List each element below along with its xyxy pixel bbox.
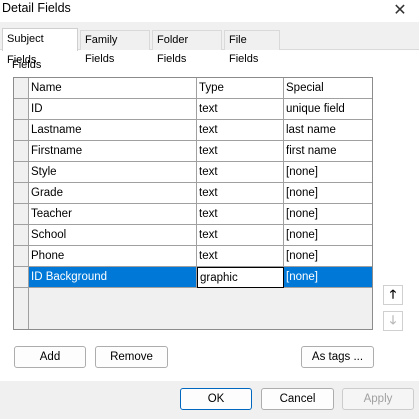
tab-folder-fields[interactable]: Folder Fields bbox=[152, 30, 222, 65]
special-cell[interactable]: first name bbox=[284, 141, 372, 162]
table-row[interactable]: Style text [none] bbox=[14, 162, 372, 183]
type-cell[interactable]: text bbox=[197, 204, 284, 225]
special-cell[interactable]: unique field bbox=[284, 99, 372, 120]
table-row[interactable]: Grade text [none] bbox=[14, 183, 372, 204]
row-header-corner bbox=[14, 78, 29, 99]
arrow-up-icon: 🡑 bbox=[389, 286, 397, 301]
as-tags-button[interactable]: As tags ... bbox=[301, 346, 374, 368]
row-selector[interactable] bbox=[14, 141, 29, 162]
name-cell[interactable]: Grade bbox=[29, 183, 197, 204]
table-row[interactable]: Teacher text [none] bbox=[14, 204, 372, 225]
row-selector[interactable] bbox=[14, 162, 29, 183]
type-cell[interactable]: text bbox=[197, 246, 284, 267]
row-selector[interactable] bbox=[14, 120, 29, 141]
type-cell[interactable]: text bbox=[197, 99, 284, 120]
special-cell[interactable]: [none] bbox=[284, 267, 372, 288]
cancel-button[interactable]: Cancel bbox=[261, 388, 334, 410]
grid-empty-area bbox=[14, 288, 372, 329]
table-row[interactable]: Lastname text last name bbox=[14, 120, 372, 141]
row-selector[interactable] bbox=[14, 225, 29, 246]
special-cell[interactable]: [none] bbox=[284, 225, 372, 246]
ok-button[interactable]: OK bbox=[180, 388, 252, 410]
name-cell[interactable]: School bbox=[29, 225, 197, 246]
table-row-selected[interactable]: ID Background graphic [none] bbox=[14, 267, 372, 288]
fields-grid[interactable]: Name Type Special ID text unique field L… bbox=[13, 77, 373, 330]
type-cell[interactable]: text bbox=[197, 141, 284, 162]
title-bar: Detail Fields ✕ bbox=[0, 0, 419, 22]
row-selector[interactable] bbox=[14, 183, 29, 204]
arrow-down-icon: 🡓 bbox=[389, 312, 397, 327]
type-cell[interactable]: text bbox=[197, 183, 284, 204]
row-selector[interactable] bbox=[14, 246, 29, 267]
type-cell[interactable]: text bbox=[197, 225, 284, 246]
window-title: Detail Fields bbox=[2, 1, 71, 15]
column-header-name[interactable]: Name bbox=[29, 78, 197, 99]
grid-header-row: Name Type Special bbox=[14, 78, 372, 99]
remove-button[interactable]: Remove bbox=[95, 346, 168, 368]
row-selector[interactable] bbox=[14, 267, 29, 288]
special-cell[interactable]: [none] bbox=[284, 246, 372, 267]
apply-button[interactable]: Apply bbox=[342, 388, 414, 410]
move-down-button[interactable]: 🡓 bbox=[383, 311, 403, 331]
name-cell[interactable]: Lastname bbox=[29, 120, 197, 141]
close-icon[interactable]: ✕ bbox=[387, 0, 413, 21]
tab-family-fields[interactable]: Family Fields bbox=[80, 30, 150, 65]
special-cell[interactable]: [none] bbox=[284, 204, 372, 225]
type-cell-editor[interactable]: graphic bbox=[197, 267, 284, 288]
column-header-type[interactable]: Type bbox=[197, 78, 284, 99]
name-cell[interactable]: Style bbox=[29, 162, 197, 183]
row-selector[interactable] bbox=[14, 204, 29, 225]
row-selector[interactable] bbox=[14, 99, 29, 120]
row-header-column bbox=[14, 288, 29, 329]
name-cell[interactable]: Phone bbox=[29, 246, 197, 267]
name-cell[interactable]: ID Background bbox=[29, 267, 197, 288]
table-row[interactable]: School text [none] bbox=[14, 225, 372, 246]
name-cell[interactable]: Teacher bbox=[29, 204, 197, 225]
special-cell[interactable]: [none] bbox=[284, 183, 372, 204]
tab-strip: Subject Fields Family Fields Folder Fiel… bbox=[0, 28, 419, 66]
move-up-button[interactable]: 🡑 bbox=[383, 285, 403, 305]
name-cell[interactable]: ID bbox=[29, 99, 197, 120]
special-cell[interactable]: [none] bbox=[284, 162, 372, 183]
table-row[interactable]: Firstname text first name bbox=[14, 141, 372, 162]
add-button[interactable]: Add bbox=[14, 346, 86, 368]
type-cell[interactable]: text bbox=[197, 162, 284, 183]
special-cell[interactable]: last name bbox=[284, 120, 372, 141]
name-cell[interactable]: Firstname bbox=[29, 141, 197, 162]
tab-file-fields[interactable]: File Fields bbox=[224, 30, 280, 65]
type-cell[interactable]: text bbox=[197, 120, 284, 141]
table-row[interactable]: Phone text [none] bbox=[14, 246, 372, 267]
column-header-special[interactable]: Special bbox=[284, 78, 372, 99]
table-row[interactable]: ID text unique field bbox=[14, 99, 372, 120]
tab-subject-fields[interactable]: Subject Fields bbox=[2, 28, 78, 66]
